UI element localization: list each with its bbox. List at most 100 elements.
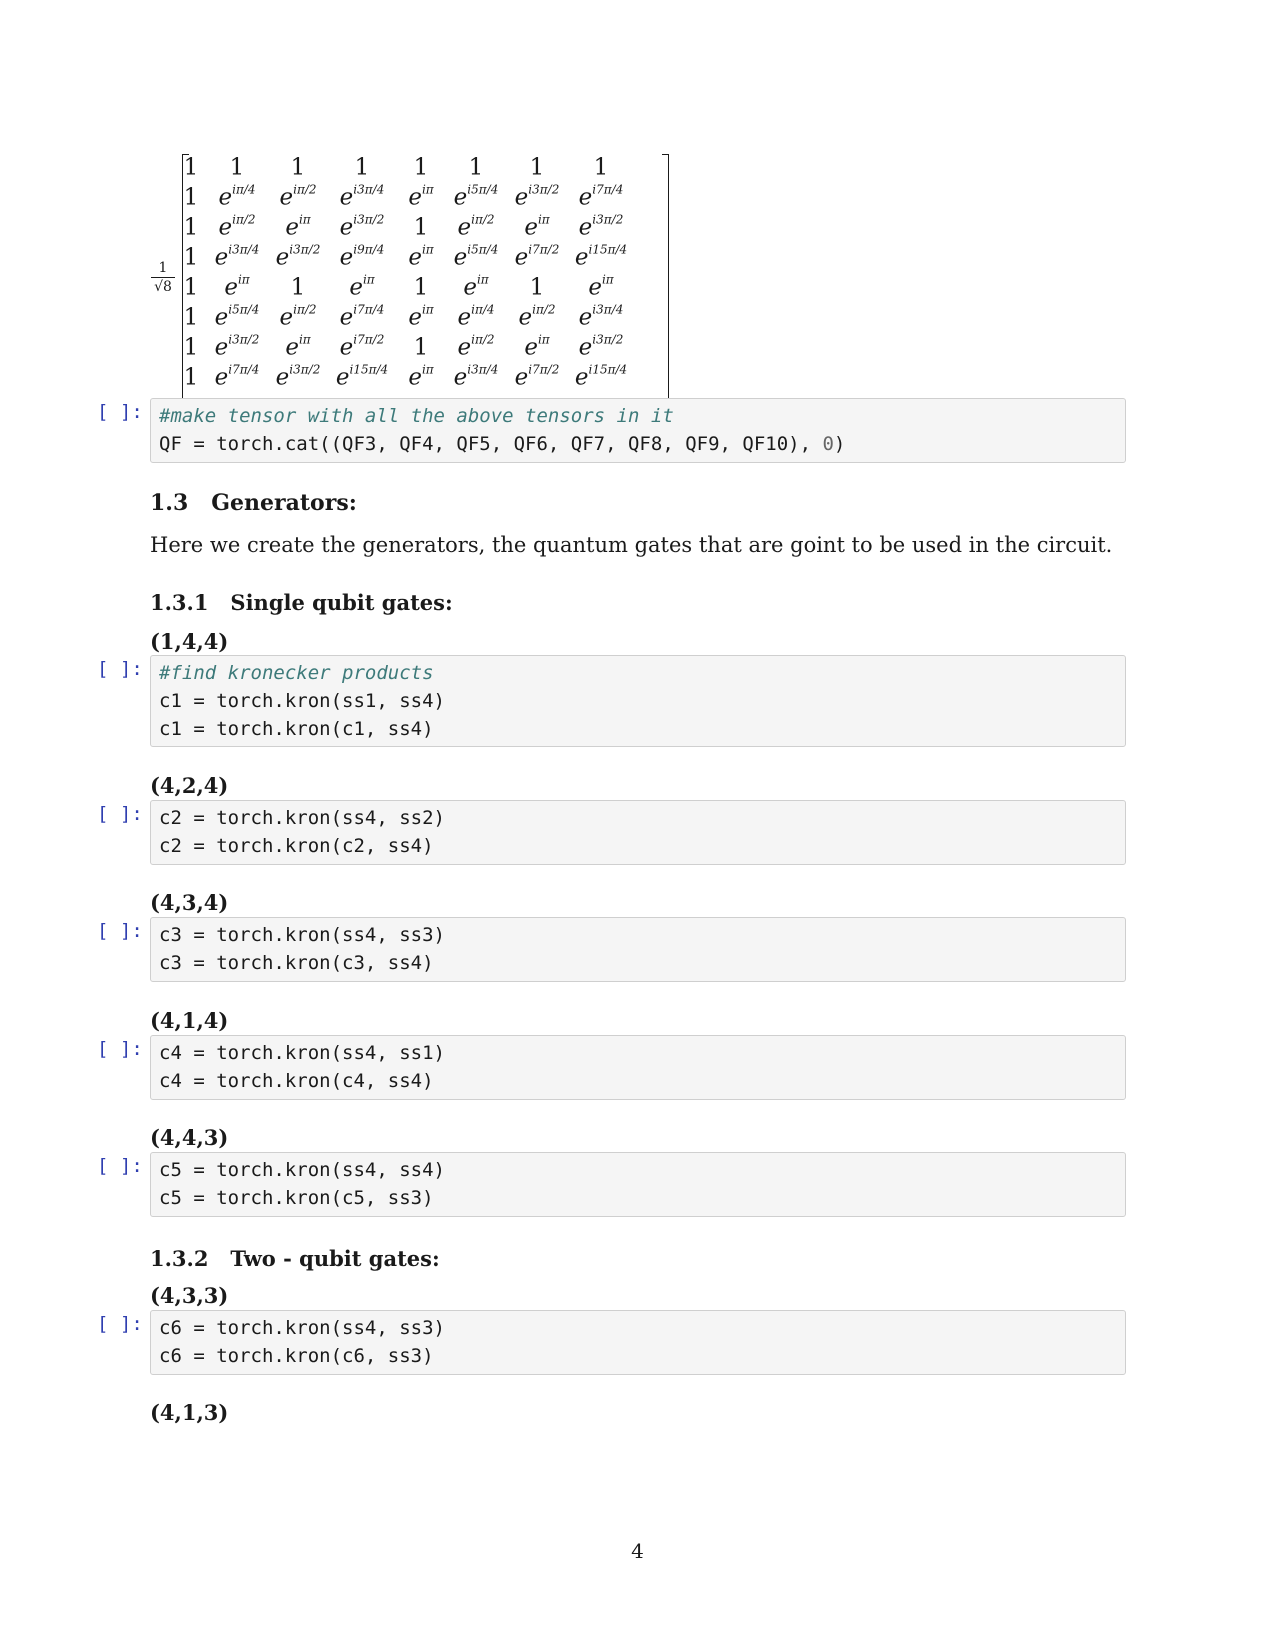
dft-matrix: 1 √8 1 1 1 1 1 1 1 1 1 eiπ/4 eiπ/2 ei3π/4 eiπ ei5π/4 e… bbox=[148, 150, 678, 400]
matrix-entry: ei3π/4 bbox=[214, 242, 260, 271]
matrix-entry: ei15π/4 bbox=[574, 362, 628, 391]
matrix-entry: ei15π/4 bbox=[574, 242, 628, 271]
matrix-entry: ei9π/4 bbox=[339, 242, 385, 271]
code-line: c3 = torch.kron(c3, ss4) bbox=[159, 952, 434, 974]
matrix-entry: eiπ/2 bbox=[518, 302, 556, 331]
subsection-title: Two - qubit gates: bbox=[230, 1246, 440, 1271]
intro-paragraph: Here we create the generators, the quant… bbox=[150, 533, 1113, 557]
code-comment: #find kronecker products bbox=[159, 662, 434, 684]
matrix-entry: ei3π/4 bbox=[339, 182, 385, 211]
code-line: c5 = torch.kron(c5, ss3) bbox=[159, 1187, 434, 1209]
matrix-entry: eiπ/4 bbox=[218, 182, 256, 211]
matrix-entry: ei3π/2 bbox=[578, 332, 624, 361]
matrix-entry: 1 bbox=[183, 154, 199, 181]
subsection-title: Single qubit gates: bbox=[230, 590, 453, 615]
code-cell[interactable]: #make tensor with all the above tensors … bbox=[150, 398, 1126, 463]
gate-label: (4,4,3) bbox=[150, 1125, 229, 1150]
matrix-entry: 1 bbox=[183, 334, 199, 361]
cell-prompt: [ ]: bbox=[97, 658, 143, 680]
code-line: c4 = torch.kron(c4, ss4) bbox=[159, 1070, 434, 1092]
matrix-entry: ei7π/4 bbox=[339, 302, 385, 331]
code-cell[interactable]: c4 = torch.kron(ss4, ss1) c4 = torch.kro… bbox=[150, 1035, 1126, 1100]
gate-label: (4,1,3) bbox=[150, 1400, 229, 1425]
code-text: QF = torch.cat((QF3, QF4, QF5, QF6, QF7,… bbox=[159, 433, 823, 455]
matrix-entry: eiπ/2 bbox=[457, 332, 495, 361]
subsection-number: 1.3.2 bbox=[150, 1246, 209, 1271]
prefactor-denominator: √8 bbox=[154, 279, 172, 295]
code-line: c4 = torch.kron(ss4, ss1) bbox=[159, 1042, 445, 1064]
code-cell[interactable]: c2 = torch.kron(ss4, ss2) c2 = torch.kro… bbox=[150, 800, 1126, 865]
matrix-entry: ei3π/4 bbox=[453, 362, 499, 391]
code-comment: #make tensor with all the above tensors … bbox=[159, 405, 674, 427]
matrix-entry: ei5π/4 bbox=[453, 242, 499, 271]
matrix-entry: 1 bbox=[229, 154, 245, 181]
matrix-entry: 1 bbox=[183, 304, 199, 331]
matrix-entry: 1 bbox=[529, 274, 545, 301]
subsection-number: 1.3.1 bbox=[150, 590, 209, 615]
code-line: c1 = torch.kron(c1, ss4) bbox=[159, 718, 434, 740]
code-cell[interactable]: c3 = torch.kron(ss4, ss3) c3 = torch.kro… bbox=[150, 917, 1126, 982]
matrix-entry: ei5π/4 bbox=[214, 302, 260, 331]
matrix-entry: eiπ/2 bbox=[457, 212, 495, 241]
matrix-entry: eiπ bbox=[285, 332, 311, 361]
matrix-entry: 1 bbox=[183, 364, 199, 391]
matrix-entry: 1 bbox=[290, 154, 306, 181]
matrix-entry: eiπ bbox=[224, 272, 250, 301]
code-line: c6 = torch.kron(ss4, ss3) bbox=[159, 1317, 445, 1339]
matrix-entry: 1 bbox=[183, 244, 199, 271]
cell-prompt: [ ]: bbox=[97, 401, 143, 423]
cell-prompt: [ ]: bbox=[97, 803, 143, 825]
matrix-entry: ei7π/2 bbox=[514, 242, 560, 271]
matrix-entry: eiπ/4 bbox=[457, 302, 495, 331]
matrix-entry: ei7π/2 bbox=[339, 332, 385, 361]
matrix-entry: eiπ bbox=[408, 182, 434, 211]
matrix-entry: ei3π/4 bbox=[578, 302, 624, 331]
matrix-entry: eiπ bbox=[408, 362, 434, 391]
matrix-entry: 1 bbox=[183, 184, 199, 211]
page-number: 4 bbox=[631, 1539, 644, 1563]
code-line: c5 = torch.kron(ss4, ss4) bbox=[159, 1159, 445, 1181]
matrix-entry: ei3π/2 bbox=[214, 332, 260, 361]
code-cell[interactable]: c6 = torch.kron(ss4, ss3) c6 = torch.kro… bbox=[150, 1310, 1126, 1375]
cell-prompt: [ ]: bbox=[97, 1155, 143, 1177]
matrix-entry: 1 bbox=[529, 154, 545, 181]
matrix-entry: ei3π/2 bbox=[275, 362, 321, 391]
matrix-prefactor: 1 √8 bbox=[151, 261, 175, 294]
matrix-entry: 1 bbox=[413, 274, 429, 301]
code-text: ) bbox=[833, 433, 846, 455]
matrix-entry: eiπ bbox=[463, 272, 489, 301]
code-line: c2 = torch.kron(ss4, ss2) bbox=[159, 807, 445, 829]
matrix-entry: 1 bbox=[468, 154, 484, 181]
section-heading: 1.3 Generators: bbox=[150, 490, 357, 516]
matrix-entry: eiπ bbox=[524, 212, 550, 241]
code-line: QF = torch.cat((QF3, QF4, QF5, QF6, QF7,… bbox=[159, 430, 1117, 458]
matrix-entry: 1 bbox=[183, 274, 199, 301]
matrix-entry: eiπ bbox=[524, 332, 550, 361]
matrix-entry: ei3π/2 bbox=[339, 212, 385, 241]
matrix-entry: 1 bbox=[413, 334, 429, 361]
code-line: c2 = torch.kron(c2, ss4) bbox=[159, 835, 434, 857]
code-line: c3 = torch.kron(ss4, ss3) bbox=[159, 924, 445, 946]
prefactor-numerator: 1 bbox=[151, 261, 175, 278]
gate-label: (4,3,3) bbox=[150, 1283, 229, 1308]
code-cell[interactable]: #find kronecker products c1 = torch.kron… bbox=[150, 655, 1126, 747]
matrix-entry: ei3π/2 bbox=[578, 212, 624, 241]
matrix-entry: eiπ/2 bbox=[218, 212, 256, 241]
subsection-heading: 1.3.2 Two - qubit gates: bbox=[150, 1246, 440, 1271]
matrix-entry: ei7π/2 bbox=[514, 362, 560, 391]
matrix-entry: 1 bbox=[593, 154, 609, 181]
matrix-entry: ei7π/4 bbox=[578, 182, 624, 211]
matrix-entry: ei3π/2 bbox=[514, 182, 560, 211]
matrix-entry: eiπ bbox=[588, 272, 614, 301]
section-number: 1.3 bbox=[150, 490, 189, 516]
code-line: c1 = torch.kron(ss1, ss4) bbox=[159, 690, 445, 712]
gate-label: (4,1,4) bbox=[150, 1008, 229, 1033]
matrix-entry: 1 bbox=[354, 154, 370, 181]
matrix-entry: ei5π/4 bbox=[453, 182, 499, 211]
gate-label: (4,3,4) bbox=[150, 890, 229, 915]
matrix-entry: 1 bbox=[413, 214, 429, 241]
matrix-entry: eiπ bbox=[408, 302, 434, 331]
matrix-entry: 1 bbox=[413, 154, 429, 181]
cell-prompt: [ ]: bbox=[97, 1038, 143, 1060]
code-cell[interactable]: c5 = torch.kron(ss4, ss4) c5 = torch.kro… bbox=[150, 1152, 1126, 1217]
